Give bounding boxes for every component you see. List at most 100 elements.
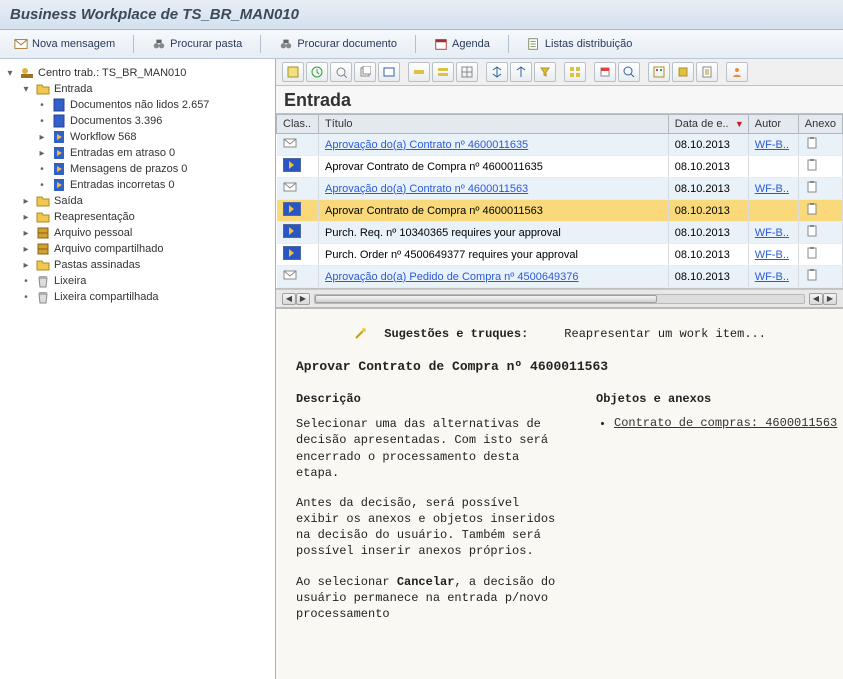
row-title[interactable]: Aprovação do(a) Contrato nº 4600011635	[319, 134, 669, 156]
tool-button-18[interactable]	[726, 62, 748, 82]
expand-icon[interactable]: ▸	[36, 131, 48, 143]
tool-button-17[interactable]	[696, 62, 718, 82]
find-folder-button[interactable]: Procurar pasta	[146, 34, 248, 54]
agenda-label: Agenda	[452, 38, 490, 50]
tool-button-3[interactable]	[330, 62, 352, 82]
find-doc-button[interactable]: Procurar documento	[273, 34, 403, 54]
col-title[interactable]: Título	[319, 115, 669, 134]
tool-button-12[interactable]	[564, 62, 586, 82]
tree-resubmit[interactable]: ▸ Reapresentação	[4, 209, 271, 225]
col-attach[interactable]: Anexo	[798, 115, 842, 134]
table-row[interactable]: Aprovação do(a) Contrato nº 460001156308…	[277, 178, 843, 200]
scroll-track[interactable]	[314, 294, 805, 304]
tool-button-16[interactable]	[672, 62, 694, 82]
tree-label: Entradas incorretas 0	[70, 179, 175, 191]
scroll-thumb[interactable]	[315, 295, 657, 303]
inbox-table[interactable]: Clas.. Título Data de e..▼ Autor Anexo A…	[276, 114, 843, 288]
tool-button-15[interactable]	[648, 62, 670, 82]
tool-button-5[interactable]	[378, 62, 400, 82]
tree-inbox[interactable]: ▾ Entrada	[4, 81, 271, 97]
row-date: 08.10.2013	[668, 178, 748, 200]
expand-icon[interactable]: ▸	[36, 147, 48, 159]
tree-unread[interactable]: • Documentos não lidos 2.657	[4, 97, 271, 113]
row-title[interactable]: Aprovação do(a) Pedido de Compra nº 4500…	[319, 266, 669, 288]
row-title[interactable]: Purch. Req. nº 10340365 requires your ap…	[319, 222, 669, 244]
tree-deadline[interactable]: • Mensagens de prazos 0	[4, 161, 271, 177]
tree-shared[interactable]: ▸ Arquivo compartilhado	[4, 241, 271, 257]
row-attach[interactable]	[798, 156, 842, 178]
tool-button-11[interactable]	[534, 62, 556, 82]
tool-button-14[interactable]	[618, 62, 640, 82]
collapse-icon[interactable]: ▾	[20, 83, 32, 95]
grid-toolbar	[276, 59, 843, 86]
collapse-icon[interactable]: ▾	[4, 67, 16, 79]
row-attach[interactable]	[798, 200, 842, 222]
row-author: WF-B..	[748, 222, 798, 244]
preview-item-title: Aprovar Contrato de Compra nº 4600011563	[296, 359, 823, 374]
tree-incorrect[interactable]: • Entradas incorretas 0	[4, 177, 271, 193]
binoculars-icon	[279, 37, 293, 51]
col-class[interactable]: Clas..	[277, 115, 319, 134]
row-author	[748, 200, 798, 222]
tip-link[interactable]: Reapresentar um work item...	[564, 327, 766, 341]
scroll-right-button[interactable]: ▶	[296, 293, 310, 305]
folder-icon	[36, 258, 50, 272]
tree-docs[interactable]: • Documentos 3.396	[4, 113, 271, 129]
tree-subscribed[interactable]: ▸ Pastas assinadas	[4, 257, 271, 273]
row-title[interactable]: Aprovar Contrato de Compra nº 4600011635	[319, 156, 669, 178]
workflow-icon	[52, 130, 66, 144]
tree-workflow[interactable]: ▸ Workflow 568	[4, 129, 271, 145]
table-row[interactable]: Aprovação do(a) Pedido de Compra nº 4500…	[277, 266, 843, 288]
expand-icon[interactable]: ▸	[20, 227, 32, 239]
expand-icon[interactable]: ▸	[20, 211, 32, 223]
table-row[interactable]: Aprovar Contrato de Compra nº 4600011635…	[277, 156, 843, 178]
col-date[interactable]: Data de e..▼	[668, 115, 748, 134]
tool-button-4[interactable]	[354, 62, 376, 82]
tree-outbox[interactable]: ▸ Saída	[4, 193, 271, 209]
tool-button-9[interactable]	[486, 62, 508, 82]
tool-button-10[interactable]	[510, 62, 532, 82]
tool-button-2[interactable]	[306, 62, 328, 82]
scroll-left-button[interactable]: ◀	[282, 293, 296, 305]
scroll-right-end-button[interactable]: ▶	[823, 293, 837, 305]
expand-icon[interactable]: ▸	[20, 195, 32, 207]
tool-button-13[interactable]	[594, 62, 616, 82]
table-row[interactable]: Aprovação do(a) Contrato nº 460001163508…	[277, 134, 843, 156]
table-row[interactable]: Purch. Order nº 4500649377 requires your…	[277, 244, 843, 266]
dist-lists-label: Listas distribuição	[545, 38, 632, 50]
folder-tree[interactable]: ▾ Centro trab.: TS_BR_MAN010 ▾ Entrada •…	[0, 59, 276, 679]
tree-root[interactable]: ▾ Centro trab.: TS_BR_MAN010	[4, 65, 271, 81]
row-attach[interactable]	[798, 244, 842, 266]
row-title[interactable]: Aprovar Contrato de Compra nº 4600011563	[319, 200, 669, 222]
row-date: 08.10.2013	[668, 134, 748, 156]
tree-trash[interactable]: • Lixeira	[4, 273, 271, 289]
row-attach[interactable]	[798, 222, 842, 244]
table-row[interactable]: Purch. Req. nº 10340365 requires your ap…	[277, 222, 843, 244]
row-attach[interactable]	[798, 178, 842, 200]
col-author[interactable]: Autor	[748, 115, 798, 134]
expand-icon[interactable]: ▸	[20, 243, 32, 255]
expand-icon[interactable]: ▸	[20, 259, 32, 271]
row-date: 08.10.2013	[668, 156, 748, 178]
row-attach[interactable]	[798, 266, 842, 288]
row-title[interactable]: Aprovação do(a) Contrato nº 4600011563	[319, 178, 669, 200]
row-attach[interactable]	[798, 134, 842, 156]
new-message-button[interactable]: Nova mensagem	[8, 34, 121, 54]
find-folder-label: Procurar pasta	[170, 38, 242, 50]
tool-button-1[interactable]	[282, 62, 304, 82]
agenda-button[interactable]: Agenda	[428, 34, 496, 54]
horizontal-scrollbar[interactable]: ◀ ▶ ◀ ▶	[276, 289, 843, 307]
tree-private[interactable]: ▸ Arquivo pessoal	[4, 225, 271, 241]
table-row[interactable]: Aprovar Contrato de Compra nº 4600011563…	[277, 200, 843, 222]
row-author: WF-B..	[748, 244, 798, 266]
row-author: WF-B..	[748, 178, 798, 200]
scroll-left-end-button[interactable]: ◀	[809, 293, 823, 305]
tree-overdue[interactable]: ▸ Entradas em atraso 0	[4, 145, 271, 161]
dist-lists-button[interactable]: Listas distribuição	[521, 34, 638, 54]
tool-button-7[interactable]	[432, 62, 454, 82]
tree-shared-trash[interactable]: • Lixeira compartilhada	[4, 289, 271, 305]
attachment-link[interactable]: Contrato de compras: 4600011563	[614, 416, 837, 430]
tool-button-8[interactable]	[456, 62, 478, 82]
row-title[interactable]: Purch. Order nº 4500649377 requires your…	[319, 244, 669, 266]
tool-button-6[interactable]	[408, 62, 430, 82]
